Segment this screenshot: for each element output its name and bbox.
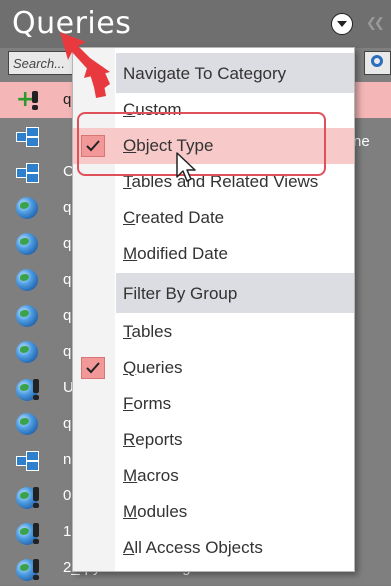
globe-icon	[16, 341, 40, 365]
list-item-label: q	[63, 235, 72, 252]
shutter-bar-collapse-icon[interactable]: ❮❮	[366, 16, 385, 31]
annotation-arrow-secondary-icon	[84, 58, 110, 98]
list-item-label: q	[63, 307, 72, 324]
menu-header-filter: Filter By Group	[116, 273, 354, 313]
menu-item-modified-date[interactable]: Modified Date	[73, 236, 354, 272]
mouse-cursor-icon	[176, 152, 196, 182]
list-item-label: q	[63, 199, 72, 216]
globe-icon	[16, 305, 40, 329]
globe-query-icon	[16, 557, 40, 581]
menu-item-modules[interactable]: Modules	[73, 494, 354, 530]
menu-item-all-access-objects[interactable]: All Access Objects	[73, 530, 354, 566]
menu-item-macros[interactable]: Macros	[73, 458, 354, 494]
list-item-label: 1	[63, 523, 72, 540]
list-item-label: 0	[63, 487, 72, 504]
menu-item-label: All Access Objects	[123, 538, 263, 557]
globe-icon	[16, 233, 40, 257]
menu-header-filter-label: Filter By Group	[123, 284, 238, 303]
menu-item-forms[interactable]: Forms	[73, 386, 354, 422]
form-icon	[16, 125, 40, 149]
globe-query-icon	[16, 521, 40, 545]
menu-item-label: Queries	[123, 358, 183, 377]
menu-item-tables[interactable]: Tables	[73, 314, 354, 350]
list-item-label: q	[63, 343, 72, 360]
globe-icon	[16, 413, 40, 437]
menu-item-label: Created Date	[123, 208, 225, 227]
list-item-label: n	[63, 451, 72, 468]
globe-query-icon	[16, 377, 40, 401]
append-query-icon: +	[16, 89, 40, 113]
list-item-label: q	[63, 415, 72, 432]
list-item-label: q	[63, 271, 72, 288]
menu-item-label: Modified Date	[123, 244, 228, 263]
globe-icon	[16, 269, 40, 293]
form-icon	[16, 449, 40, 473]
menu-header-navigate: Navigate To Category	[116, 53, 354, 93]
form-icon	[16, 161, 40, 185]
menu-item-queries[interactable]: Queries	[73, 350, 354, 386]
checkmark-icon	[81, 357, 105, 379]
menu-header-navigate-label: Navigate To Category	[123, 64, 287, 83]
menu-item-label: Forms	[123, 394, 172, 413]
menu-item-created-date[interactable]: Created Date	[73, 200, 354, 236]
chevron-down-icon[interactable]	[331, 13, 353, 35]
search-icon[interactable]	[364, 51, 391, 75]
menu-item-label: Tables	[123, 322, 173, 341]
menu-item-label: Reports	[123, 430, 183, 449]
menu-item-label: Modules	[123, 502, 188, 521]
menu-item-reports[interactable]: Reports	[73, 422, 354, 458]
truncated-item-text: ne	[353, 133, 370, 150]
menu-item-label: Macros	[123, 466, 179, 485]
highlight-callout	[77, 112, 326, 176]
globe-query-icon	[16, 485, 40, 509]
globe-icon	[16, 197, 40, 221]
